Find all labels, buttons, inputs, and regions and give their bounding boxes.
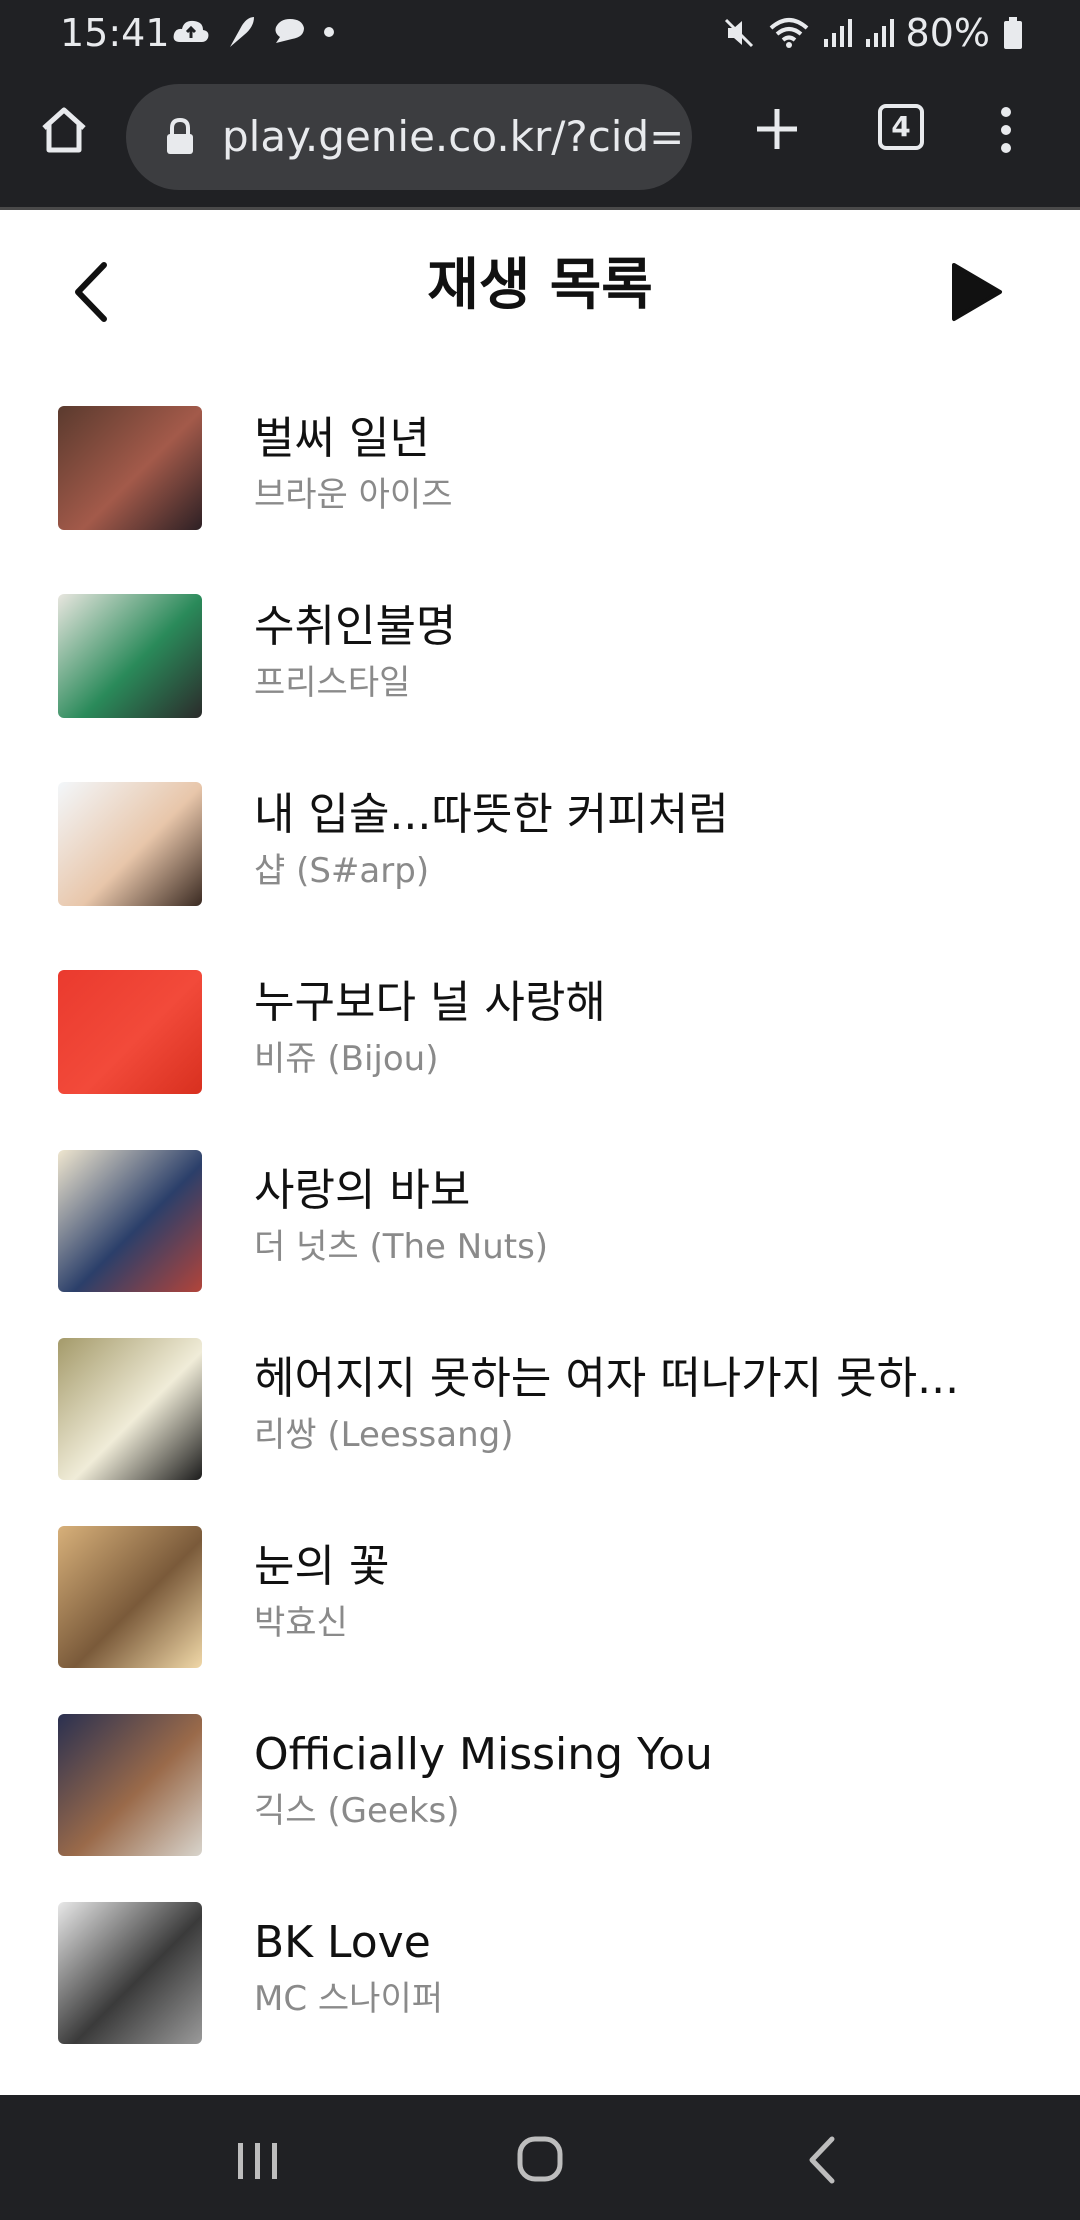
browser-toolbar: play.genie.co.kr/?cid=3 4	[0, 64, 1080, 210]
playlist: 벌써 일년브라운 아이즈수취인불명프리스타일내 입술...따뜻한 커피처럼샵 (…	[0, 370, 1080, 2095]
notification-icons	[172, 12, 336, 52]
song-row[interactable]: BK Love MC 스나이퍼	[0, 1874, 1080, 2062]
album-art[interactable]	[58, 594, 202, 718]
page-header: 재생 목록	[0, 213, 1080, 368]
battery-icon	[1004, 17, 1022, 49]
song-artist: 샵 (S#arp)	[254, 851, 430, 891]
recent-apps-icon[interactable]	[236, 2141, 280, 2181]
song-artist: 브라운 아이즈	[254, 475, 453, 515]
song-title[interactable]: Officially Missing You	[254, 1728, 1034, 1782]
signal-icon	[823, 19, 852, 47]
song-artist: 더 넛츠 (The Nuts)	[254, 1227, 549, 1267]
status-time: 15:41	[60, 11, 170, 55]
song-artist: 박효신	[254, 1603, 348, 1643]
battery-percent: 80%	[905, 11, 990, 55]
home-icon[interactable]	[38, 104, 90, 156]
page-title: 재생 목록	[427, 253, 653, 318]
address-bar[interactable]: play.genie.co.kr/?cid=3	[126, 84, 692, 190]
song-row[interactable]: 헤어지지 못하는 여자 떠나가지 못하... 리쌍 (Leessang)	[0, 1310, 1080, 1498]
song-row[interactable]: 누구보다 널 사랑해비쥬 (Bijou)	[0, 934, 1080, 1122]
dot-icon	[324, 27, 334, 37]
song-title[interactable]: 내 입술...따뜻한 커피처럼	[254, 788, 1034, 842]
song-title[interactable]: BK Love	[254, 1916, 1034, 1970]
song-row[interactable]: 벌써 일년브라운 아이즈	[0, 370, 1080, 558]
song-artist: MC 스나이퍼	[254, 1979, 444, 2019]
album-art[interactable]	[58, 1526, 202, 1668]
cloud-upload-icon	[173, 20, 209, 42]
song-row[interactable]: Officially Missing You 긱스 (Geeks)	[0, 1686, 1080, 1874]
song-artist: 프리스타일	[254, 663, 411, 703]
mute-icon	[724, 18, 753, 48]
new-tab-icon[interactable]	[752, 104, 802, 154]
song-title[interactable]: 누구보다 널 사랑해	[254, 976, 1034, 1030]
home-nav-icon[interactable]	[516, 2135, 564, 2183]
system-icons: 80%	[722, 10, 1024, 56]
wifi-icon	[769, 18, 808, 48]
song-title[interactable]: 벌써 일년	[254, 412, 1034, 466]
status-bar: 15:41 80%	[0, 0, 1080, 64]
song-artist: 리쌍 (Leessang)	[254, 1415, 514, 1455]
back-nav-icon[interactable]	[804, 2135, 838, 2185]
album-art[interactable]	[58, 1714, 202, 1856]
song-row[interactable]: 눈의 꽃박효신	[0, 1498, 1080, 1686]
album-art[interactable]	[58, 1902, 202, 2044]
song-artist: 긱스 (Geeks)	[254, 1791, 460, 1831]
system-nav-bar	[0, 2095, 1080, 2220]
play-icon[interactable]	[948, 261, 1004, 323]
tab-switcher-button[interactable]: 4	[878, 104, 924, 150]
lock-icon	[167, 118, 193, 154]
song-artist: 비쥬 (Bijou)	[254, 1039, 439, 1079]
song-title[interactable]: 수취인불명	[254, 600, 1034, 654]
signal-icon	[865, 19, 894, 47]
album-art[interactable]	[58, 406, 202, 530]
album-art[interactable]	[58, 1338, 202, 1480]
song-row[interactable]: 내 입술...따뜻한 커피처럼샵 (S#arp)	[0, 746, 1080, 934]
song-title[interactable]: 사랑의 바보	[254, 1164, 1034, 1218]
url-text[interactable]: play.genie.co.kr/?cid=3	[222, 112, 682, 162]
album-art[interactable]	[58, 970, 202, 1094]
song-row[interactable]: 수취인불명프리스타일	[0, 558, 1080, 746]
song-row[interactable]: 사랑의 바보더 넛츠 (The Nuts)	[0, 1122, 1080, 1310]
album-art[interactable]	[58, 1150, 202, 1292]
feather-icon	[230, 17, 254, 47]
song-title[interactable]: 눈의 꽃	[254, 1540, 1034, 1594]
more-menu-icon[interactable]	[988, 102, 1024, 158]
chat-bubble-icon	[275, 19, 304, 43]
screen: 15:41 80% play.genie.co.kr/?cid=3 4 재생 목…	[0, 0, 1080, 2220]
album-art[interactable]	[58, 782, 202, 906]
song-title[interactable]: 헤어지지 못하는 여자 떠나가지 못하...	[254, 1352, 1034, 1406]
